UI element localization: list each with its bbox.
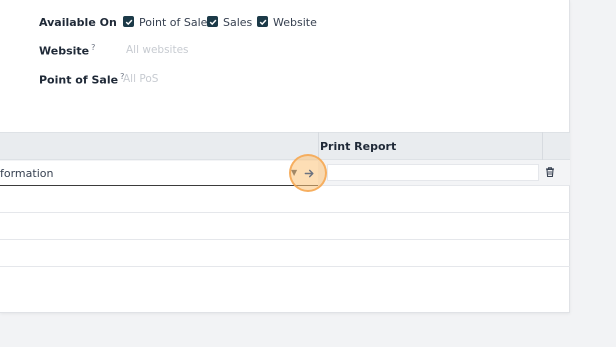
column-header-print-report[interactable]: Print Report bbox=[320, 140, 396, 153]
available-on-label: Available On bbox=[39, 16, 117, 29]
table-header bbox=[0, 132, 570, 160]
trash-icon[interactable] bbox=[544, 166, 556, 178]
check-icon bbox=[125, 19, 132, 25]
point-of-sale-label-text: Point of Sale bbox=[39, 73, 119, 87]
point-of-sale-field[interactable]: All PoS bbox=[123, 73, 158, 85]
checkbox-website[interactable] bbox=[257, 16, 268, 27]
checkbox-label-website: Website bbox=[273, 16, 317, 29]
table-row bbox=[0, 240, 570, 267]
arrow-right-icon[interactable] bbox=[302, 166, 316, 180]
print-report-input[interactable] bbox=[327, 164, 539, 181]
table-row bbox=[0, 213, 570, 240]
check-icon bbox=[209, 19, 216, 25]
website-help-icon[interactable]: ? bbox=[91, 43, 95, 52]
checkbox-label-sales: Sales bbox=[223, 16, 253, 29]
website-label-text: Website bbox=[39, 44, 90, 58]
checkbox-label-point-of-sale: Point of Sale bbox=[139, 16, 208, 29]
table-row bbox=[0, 186, 570, 213]
checkbox-sales[interactable] bbox=[207, 16, 218, 27]
check-icon bbox=[259, 19, 266, 25]
website-label: Website? bbox=[39, 43, 95, 58]
website-field[interactable]: All websites bbox=[126, 44, 189, 56]
point-of-sale-label: Point of Sale? bbox=[39, 72, 124, 87]
checkbox-point-of-sale[interactable] bbox=[123, 16, 134, 27]
column-divider bbox=[542, 132, 543, 160]
column-divider bbox=[318, 132, 319, 160]
field-select-value: formation bbox=[0, 167, 54, 180]
